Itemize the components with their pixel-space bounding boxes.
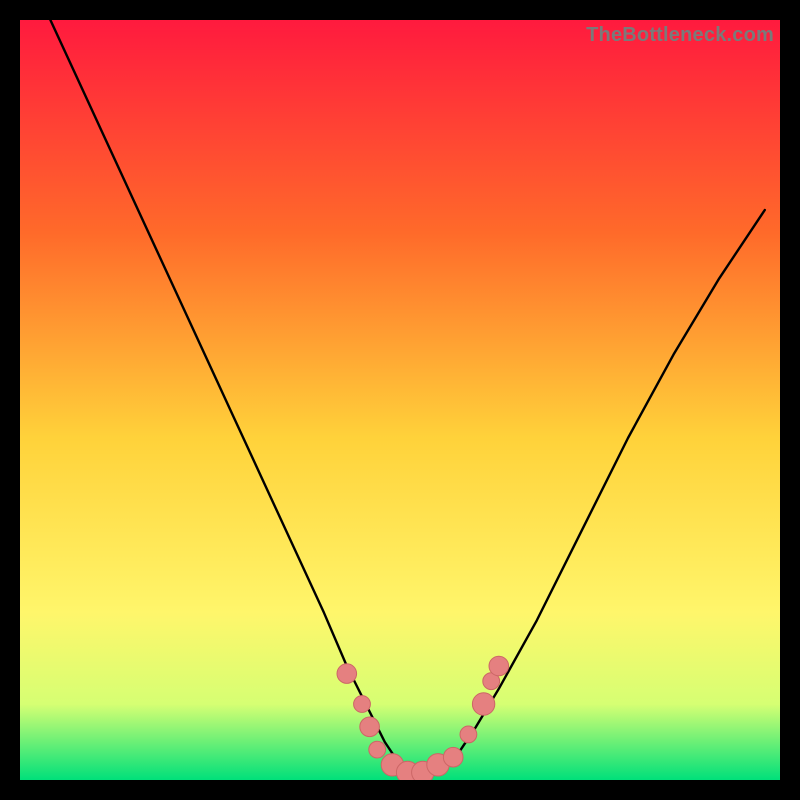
bottleneck-chart xyxy=(20,20,780,780)
curve-marker xyxy=(472,693,494,715)
curve-marker xyxy=(489,656,509,676)
curve-marker xyxy=(460,726,477,743)
watermark-label: TheBottleneck.com xyxy=(586,24,774,47)
curve-marker xyxy=(369,741,386,758)
chart-frame: TheBottleneck.com xyxy=(20,20,780,780)
curve-marker xyxy=(443,747,463,767)
curve-marker xyxy=(337,664,357,684)
curve-marker xyxy=(354,696,371,713)
curve-marker xyxy=(360,717,380,737)
gradient-background xyxy=(20,20,780,780)
